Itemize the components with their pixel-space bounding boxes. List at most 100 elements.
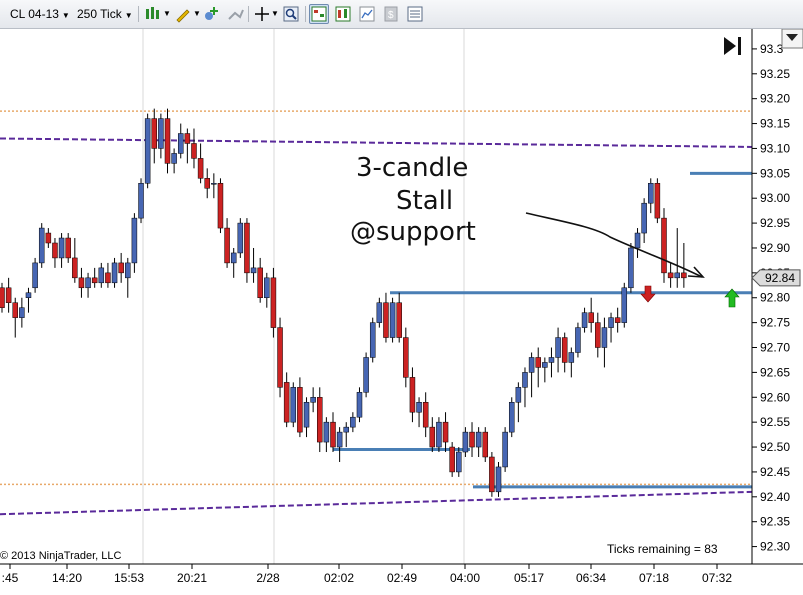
chevron-down-icon[interactable]: ▼ [163, 5, 171, 23]
price-tick-label: 92.70 [760, 341, 790, 355]
candle-body [528, 357, 535, 373]
candle-body [211, 183, 217, 185]
period-selector[interactable]: 250 Tick ▼ [77, 5, 133, 23]
candle-down [595, 312, 601, 358]
candle-body [376, 302, 383, 323]
candle-body [568, 352, 575, 363]
candle-up [568, 347, 575, 378]
chevron-down-icon: ▼ [124, 11, 133, 20]
candle-down [330, 412, 336, 453]
candle-down [45, 228, 52, 248]
chart-corner-button[interactable] [781, 29, 803, 49]
time-tick-label: 2/28 [256, 571, 280, 585]
candle-body [72, 257, 78, 279]
candle-body [230, 252, 237, 264]
candle-body [575, 327, 581, 353]
annotation-line-3: @support [350, 217, 476, 247]
chevron-down-icon[interactable]: ▼ [193, 5, 201, 23]
chart-trader-button[interactable] [333, 4, 353, 24]
candle-body [369, 322, 376, 358]
price-chart[interactable]: 3-candle Stall @support 93.3 93.25 93.20 93… [0, 29, 803, 595]
candle-body [429, 426, 436, 448]
candle-body [5, 287, 12, 303]
strategy-button[interactable] [225, 4, 245, 24]
candle-body [330, 421, 336, 448]
candle-up [575, 322, 581, 358]
candle-body [436, 421, 442, 448]
candle-body [462, 431, 469, 453]
candle-up [581, 307, 588, 333]
candlesticks [0, 108, 687, 497]
chevron-down-icon: ▼ [61, 11, 70, 20]
candle-down [482, 427, 489, 462]
add-indicator-button[interactable] [201, 4, 221, 24]
candle-down [191, 128, 197, 169]
candle-up [601, 317, 608, 368]
candle-up [323, 417, 330, 453]
crosshair-button[interactable] [252, 4, 272, 24]
candle-body [19, 307, 25, 318]
candle-down [105, 262, 111, 288]
chevron-down-icon[interactable]: ▼ [271, 5, 279, 23]
candle-body [138, 183, 144, 219]
data-box-icon [311, 6, 327, 22]
candle-up [25, 287, 32, 313]
candle-up [98, 262, 105, 288]
zoom-button[interactable] [281, 4, 301, 24]
candle-down [297, 377, 303, 438]
candle-body [158, 118, 164, 149]
candle-down [204, 168, 210, 199]
time-tick-label: 04:00 [450, 571, 480, 585]
period-label: 250 Tick [77, 7, 122, 21]
candle-down [667, 262, 674, 288]
chart-toolbar: CL 04-13 ▼ 250 Tick ▼ ▼ ▼ ▼ $ [0, 0, 803, 29]
candle-up [389, 297, 396, 343]
chart-style-button[interactable] [357, 4, 377, 24]
indicator-plus-icon [205, 7, 218, 20]
drawing-tool-button[interactable] [173, 4, 193, 24]
candle-body [654, 183, 661, 219]
price-tick-label: 93.00 [760, 191, 790, 205]
candle-body [535, 357, 541, 368]
candle-down [403, 327, 409, 388]
candle-up [336, 427, 343, 462]
candle-up [343, 422, 349, 448]
price-tick-label: 92.60 [760, 390, 790, 404]
candle-body [118, 262, 124, 274]
pencil-icon [176, 9, 190, 23]
candle-body [310, 397, 316, 403]
toolbar-separator [248, 6, 249, 22]
channel-lines [0, 137, 753, 516]
candle-down [317, 387, 323, 453]
dollar-button[interactable]: $ [381, 4, 401, 24]
toolbar-separator [305, 6, 306, 22]
candles-icon [146, 7, 159, 19]
candle-down [72, 238, 78, 283]
candle-body [98, 267, 105, 284]
candle-down [184, 128, 191, 164]
data-box-button[interactable] [309, 4, 329, 24]
candle-body [502, 431, 508, 468]
candle-body [283, 382, 290, 423]
candle-down [489, 452, 495, 497]
scroll-to-end-button[interactable] [724, 37, 741, 55]
properties-button[interactable] [405, 4, 425, 24]
price-tick-label: 92.95 [760, 216, 790, 230]
bar-type-button[interactable] [143, 4, 163, 24]
candle-up [177, 123, 184, 159]
candle-body [244, 222, 250, 274]
candle-body [184, 133, 191, 144]
candle-up [171, 148, 177, 174]
candle-up [303, 397, 310, 438]
candle-body [91, 277, 98, 284]
dollar-icon: $ [384, 6, 398, 22]
candle-up [416, 397, 422, 428]
candle-body [442, 421, 449, 443]
candle-body [125, 262, 131, 279]
candle-up [131, 213, 138, 273]
instrument-selector[interactable]: CL 04-13 ▼ [10, 5, 70, 23]
annotation-line-2: Stall [396, 186, 453, 216]
time-tick-label: 05:17 [514, 571, 544, 585]
candle-up [85, 272, 91, 298]
candle-up [369, 317, 376, 363]
